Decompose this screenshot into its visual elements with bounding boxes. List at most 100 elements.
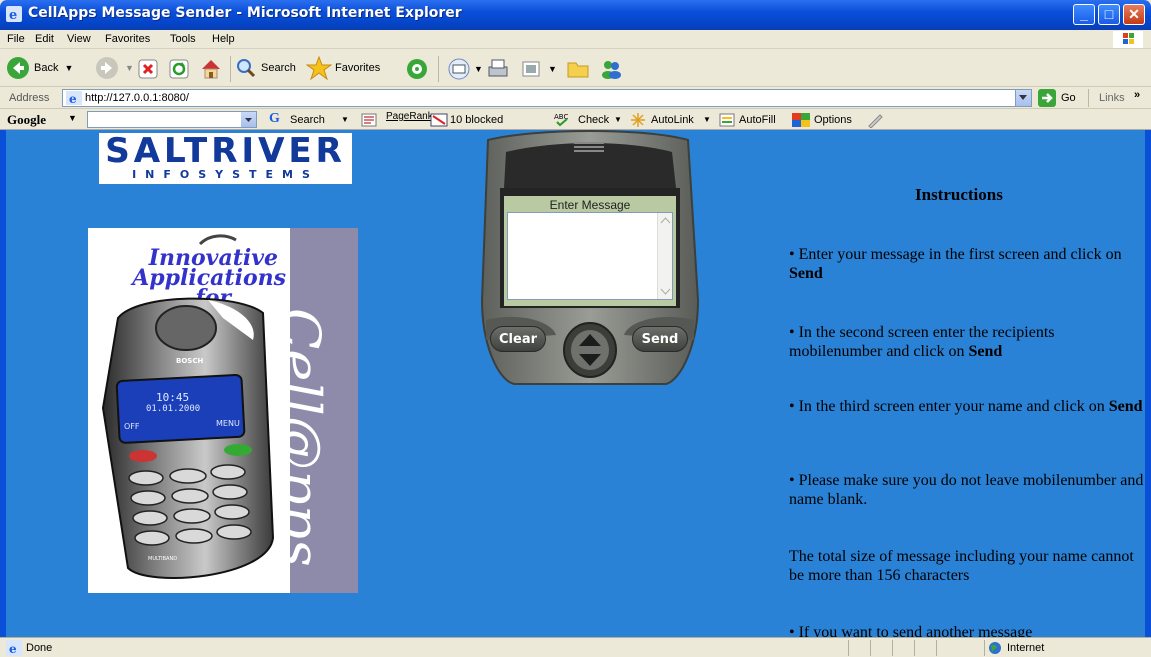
instruction-bold: Send: [1108, 398, 1143, 415]
promo-line2: Applications: [132, 265, 286, 291]
blocked-label[interactable]: 10 blocked: [450, 114, 503, 126]
home-icon[interactable]: [199, 57, 223, 81]
svg-text:e: e: [9, 8, 17, 22]
phone-date: 01.01.2000: [146, 404, 200, 414]
search-label: Search: [261, 62, 296, 74]
print-icon[interactable]: [486, 58, 510, 80]
phone-time: 10:45: [156, 391, 189, 404]
page-content: SALTRIVER INFOSYSTEMS Cell@pps Innovativ…: [0, 130, 1151, 637]
search-button[interactable]: Search: [235, 54, 296, 82]
bosch-phone-image: BOSCH 10:45 01.01.2000 OFF MENU MULTIBAN…: [101, 297, 275, 579]
go-button[interactable]: Go: [1038, 89, 1076, 107]
textarea-scrollbar[interactable]: [657, 213, 672, 299]
phone-model: MULTIBAND: [148, 556, 177, 562]
instructions-heading: Instructions: [915, 185, 1003, 204]
status-text: Done: [26, 642, 53, 654]
address-dropdown-icon[interactable]: [1015, 90, 1031, 106]
clear-button[interactable]: Clear: [490, 326, 546, 352]
instruction-bold: Send: [968, 343, 1003, 360]
google-logo[interactable]: Google: [7, 112, 46, 128]
forward-button[interactable]: ▼: [95, 54, 134, 82]
status-separator: [892, 640, 893, 656]
page-icon: e: [66, 91, 82, 105]
menu-view[interactable]: View: [67, 33, 91, 45]
check-label[interactable]: Check: [578, 114, 609, 126]
instruction-text: • In the second screen enter the recipie…: [789, 324, 1055, 360]
back-button[interactable]: Back ▼: [6, 54, 73, 82]
mail-icon[interactable]: [447, 58, 471, 80]
google-g-icon: G: [269, 111, 280, 126]
instruction-text: The total size of message including your…: [789, 548, 1134, 584]
stop-icon[interactable]: [138, 59, 158, 79]
pagerank-label[interactable]: PageRank: [386, 111, 433, 122]
logo-title: SALTRIVER: [105, 131, 346, 171]
folder-icon[interactable]: [566, 58, 590, 80]
refresh-icon[interactable]: [169, 59, 189, 79]
menu-bar: File Edit View Favorites Tools Help: [0, 30, 1151, 49]
title-bar: e CellApps Message Sender - Microsoft In…: [0, 0, 1151, 30]
instruction-item: • In the third screen enter your name an…: [789, 397, 1145, 416]
instruction-text: • Enter your message in the first screen…: [789, 246, 1122, 263]
popup-blocker-icon[interactable]: [430, 113, 448, 127]
google-brand-dropdown-icon[interactable]: ▼: [68, 113, 77, 123]
links-chevron-icon[interactable]: »: [1134, 89, 1140, 101]
message-phone: Enter Message Clear Send: [476, 130, 704, 386]
minimize-button[interactable]: _: [1073, 4, 1095, 25]
autofill-label[interactable]: AutoFill: [739, 114, 776, 126]
search-dropdown-icon[interactable]: ▼: [341, 115, 349, 124]
back-dropdown-icon[interactable]: ▼: [64, 63, 73, 73]
window-title: CellApps Message Sender - Microsoft Inte…: [28, 5, 462, 21]
address-input[interactable]: e http://127.0.0.1:8080/: [62, 89, 1032, 107]
autolink-dropdown-icon[interactable]: ▼: [703, 115, 711, 124]
google-search-button[interactable]: Search: [290, 114, 325, 126]
media-icon[interactable]: [405, 57, 429, 81]
toolbar-separator: [438, 56, 439, 82]
back-label: Back: [34, 62, 59, 74]
message-textarea[interactable]: [507, 212, 673, 300]
instruction-item: • Please make sure you do not leave mobi…: [789, 471, 1145, 509]
news-icon[interactable]: [361, 113, 377, 127]
maximize-button[interactable]: □: [1098, 4, 1120, 25]
instruction-item: The total size of message including your…: [789, 547, 1145, 585]
status-separator: [848, 640, 849, 656]
messenger-icon[interactable]: [599, 57, 623, 81]
check-dropdown-icon[interactable]: ▼: [614, 115, 622, 124]
options-icon[interactable]: [791, 112, 811, 128]
menu-tools[interactable]: Tools: [170, 33, 196, 45]
mail-dropdown-icon[interactable]: ▼: [474, 64, 483, 74]
edit-dropdown-icon[interactable]: ▼: [548, 64, 557, 74]
ie-icon: e: [6, 6, 22, 22]
phone-menu: MENU: [216, 419, 240, 428]
instruction-bold: Send: [789, 265, 823, 282]
google-search-input[interactable]: [87, 111, 257, 128]
forward-dropdown-icon[interactable]: ▼: [125, 63, 134, 73]
menu-favorites[interactable]: Favorites: [105, 33, 150, 45]
close-button[interactable]: ✕: [1123, 4, 1145, 25]
address-label: Address: [9, 92, 50, 104]
google-search-dropdown-icon[interactable]: [241, 112, 256, 127]
address-bar: Address e http://127.0.0.1:8080/ Go Link…: [0, 88, 1151, 109]
options-label[interactable]: Options: [814, 114, 852, 126]
favorites-button[interactable]: Favorites: [306, 54, 380, 82]
instruction-text: • If you want to send another message: [789, 624, 1033, 637]
instruction-text: • In the third screen enter your name an…: [789, 398, 1109, 415]
star-icon: [306, 56, 332, 80]
menu-help[interactable]: Help: [212, 33, 235, 45]
spellcheck-icon[interactable]: ABC: [553, 112, 571, 128]
edit-icon[interactable]: [521, 59, 541, 79]
zone-label: Internet: [1007, 642, 1045, 654]
links-label[interactable]: Links: [1099, 92, 1125, 104]
standard-toolbar: Back ▼ ▼ Search Favorites ▼ ▼: [0, 50, 1151, 87]
autolink-icon[interactable]: [630, 112, 646, 128]
highlighter-icon[interactable]: [866, 112, 884, 128]
autofill-icon[interactable]: [719, 112, 735, 128]
menu-edit[interactable]: Edit: [35, 33, 54, 45]
menu-file[interactable]: File: [7, 33, 25, 45]
autolink-label[interactable]: AutoLink: [651, 114, 694, 126]
send-button[interactable]: Send: [632, 326, 688, 352]
search-icon: [237, 59, 256, 78]
phone-brand: BOSCH: [176, 357, 203, 365]
saltriver-logo: SALTRIVER INFOSYSTEMS: [99, 133, 352, 184]
logo-subtitle: INFOSYSTEMS: [132, 168, 319, 181]
status-bar: e Done Internet: [0, 637, 1151, 657]
